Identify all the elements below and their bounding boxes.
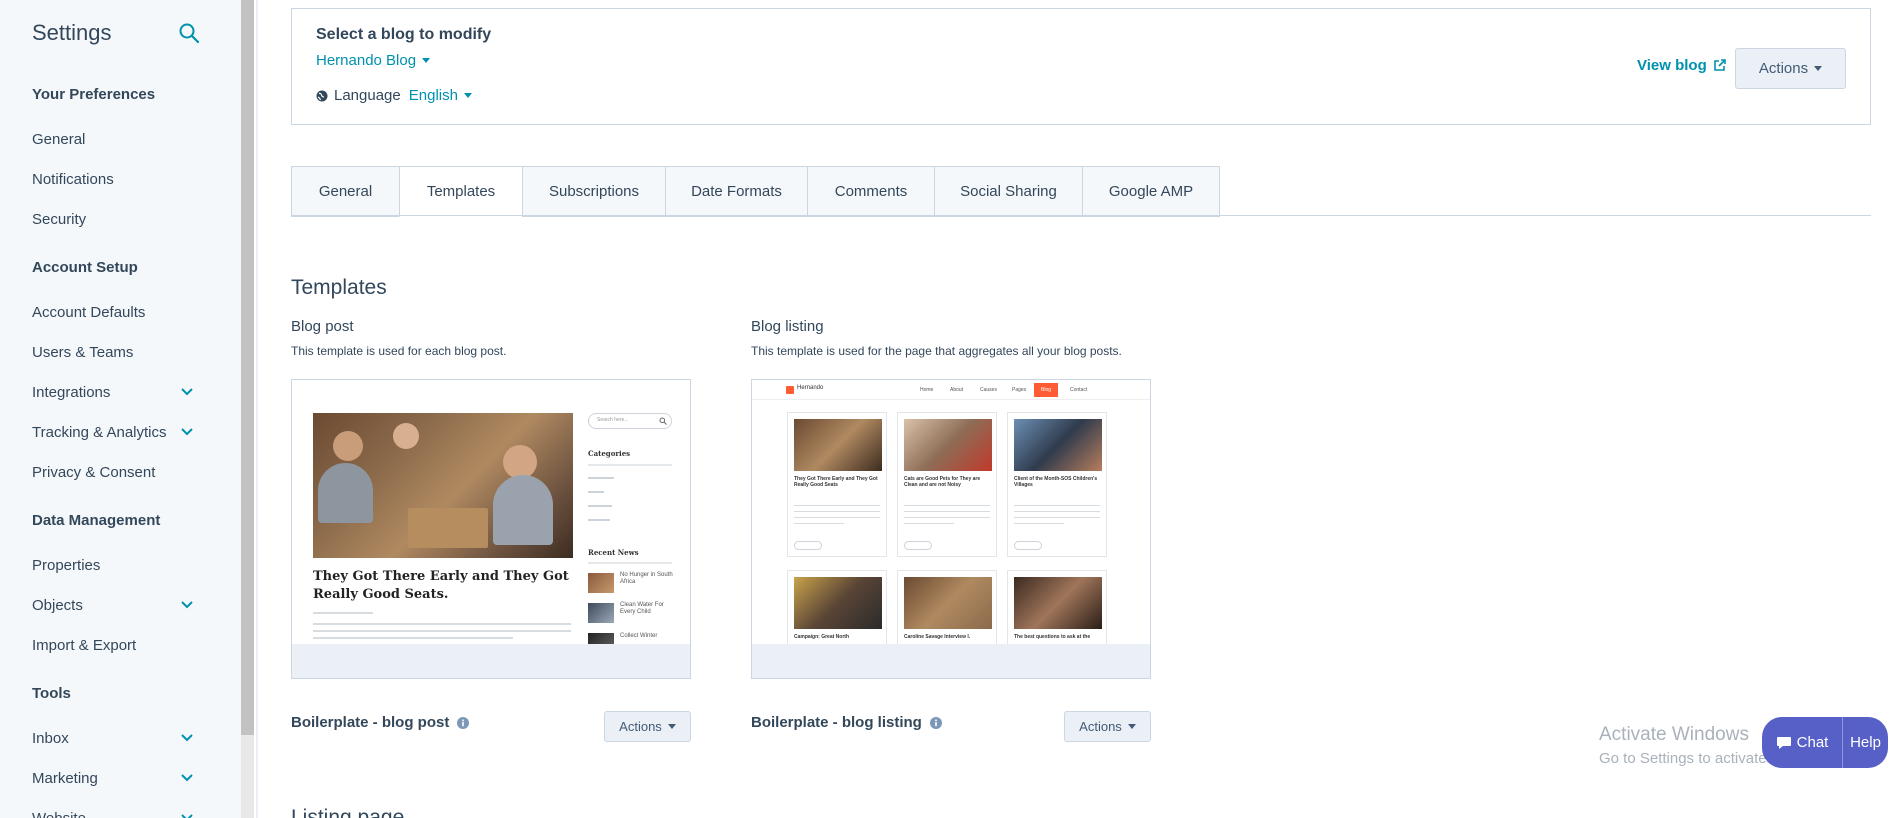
blog-post-title: Blog post bbox=[291, 318, 354, 335]
templates-section-title: Templates bbox=[291, 276, 387, 299]
search-icon[interactable] bbox=[178, 22, 200, 44]
blog-selector-card: Select a blog to modify Hernando Blog La… bbox=[291, 8, 1871, 125]
sidebar-item-website[interactable]: Website bbox=[32, 806, 204, 818]
listing-page-section-title: Listing page bbox=[291, 806, 405, 818]
caret-down-icon bbox=[1127, 724, 1136, 729]
tab-date-formats[interactable]: Date Formats bbox=[665, 166, 807, 217]
settings-sidebar: Settings Your Preferences General Notifi… bbox=[0, 0, 241, 818]
selected-language: English bbox=[408, 87, 458, 104]
windows-activation-watermark: Activate Windows bbox=[1599, 724, 1749, 745]
preview-categories-heading: Categories bbox=[588, 449, 631, 458]
section-your-preferences: Your Preferences bbox=[32, 86, 156, 103]
blog-post-preview-search: Search here... bbox=[588, 413, 672, 429]
blog-post-preview[interactable]: They Got There Early and They Got Really… bbox=[291, 379, 691, 679]
help-button[interactable]: Help bbox=[1842, 717, 1888, 768]
section-tools: Tools bbox=[32, 685, 71, 702]
chevron-down-icon bbox=[181, 388, 193, 396]
caret-down-icon bbox=[1814, 66, 1823, 71]
preview-news-item: Collect Winter bbox=[620, 633, 658, 639]
chevron-down-icon bbox=[181, 428, 193, 436]
tab-social-sharing[interactable]: Social Sharing bbox=[934, 166, 1082, 217]
preview-logo-text: Hernando bbox=[797, 385, 824, 391]
preview-news-item: No Hunger in South Africa bbox=[620, 572, 673, 585]
sidebar-item-properties[interactable]: Properties bbox=[32, 553, 204, 577]
caret-down-icon bbox=[463, 93, 472, 98]
caret-down-icon bbox=[422, 58, 431, 63]
preview-post-card: Client of the Month-SOS Children's Villa… bbox=[1007, 412, 1107, 557]
blog-post-description: This template is used for each blog post… bbox=[291, 344, 507, 358]
view-blog-link[interactable]: View blog bbox=[1637, 57, 1726, 74]
blog-listing-title: Blog listing bbox=[751, 318, 824, 335]
tab-general[interactable]: General bbox=[291, 166, 399, 217]
blog-listing-preview[interactable]: Hernando Home About Causes Pages Blog Co… bbox=[751, 379, 1151, 679]
logo-icon bbox=[786, 386, 794, 394]
sidebar-item-integrations[interactable]: Integrations bbox=[32, 380, 204, 404]
chevron-down-icon bbox=[181, 601, 193, 609]
info-icon[interactable] bbox=[457, 716, 470, 729]
preview-post-card: Cats are Good Pets for They are Clean an… bbox=[897, 412, 997, 557]
selected-blog: Hernando Blog bbox=[316, 52, 417, 69]
preview-news-item: Clean Water For Every Child bbox=[620, 602, 664, 615]
sidebar-item-tracking-analytics[interactable]: Tracking & Analytics bbox=[32, 420, 204, 444]
blog-post-template-name: Boilerplate - blog post bbox=[291, 714, 470, 731]
sidebar-item-notifications[interactable]: Notifications bbox=[32, 167, 204, 191]
info-icon[interactable] bbox=[929, 716, 942, 729]
settings-tabs: General Templates Subscriptions Date For… bbox=[291, 166, 1220, 217]
sidebar-scrollbar-thumb[interactable] bbox=[241, 0, 254, 735]
sidebar-item-objects[interactable]: Objects bbox=[32, 593, 204, 617]
chat-bubble-icon bbox=[1776, 736, 1791, 749]
sidebar-item-users-teams[interactable]: Users & Teams bbox=[32, 340, 204, 364]
search-icon bbox=[659, 417, 667, 425]
chat-button[interactable]: Chat bbox=[1762, 717, 1842, 768]
sidebar-item-general[interactable]: General bbox=[32, 127, 204, 151]
sidebar-item-privacy-consent[interactable]: Privacy & Consent bbox=[32, 460, 204, 484]
tab-subscriptions[interactable]: Subscriptions bbox=[522, 166, 665, 217]
blog-post-preview-headline: They Got There Early and They Got Really… bbox=[313, 569, 569, 602]
section-account-setup: Account Setup bbox=[32, 259, 138, 276]
sidebar-item-import-export[interactable]: Import & Export bbox=[32, 633, 204, 657]
language-label: Language bbox=[334, 87, 401, 104]
tab-templates[interactable]: Templates bbox=[399, 166, 522, 217]
blog-listing-template-name: Boilerplate - blog listing bbox=[751, 714, 942, 731]
blog-dropdown[interactable]: Hernando Blog bbox=[316, 52, 431, 69]
tab-comments[interactable]: Comments bbox=[807, 166, 934, 217]
chevron-down-icon bbox=[181, 814, 193, 818]
sidebar-title: Settings bbox=[32, 20, 112, 45]
globe-icon bbox=[316, 90, 328, 101]
tab-google-amp[interactable]: Google AMP bbox=[1082, 166, 1220, 217]
preview-recent-news-heading: Recent News bbox=[588, 548, 639, 557]
blog-actions-button[interactable]: Actions bbox=[1735, 48, 1846, 89]
preview-post-card: They Got There Early and They Got Really… bbox=[787, 412, 887, 557]
blog-listing-actions-button[interactable]: Actions bbox=[1064, 711, 1151, 742]
sidebar-item-inbox[interactable]: Inbox bbox=[32, 726, 204, 750]
blog-post-preview-photo bbox=[313, 413, 573, 558]
chevron-down-icon bbox=[181, 774, 193, 782]
blog-listing-description: This template is used for the page that … bbox=[751, 344, 1122, 358]
language-dropdown[interactable]: English bbox=[409, 87, 472, 104]
external-link-icon bbox=[1713, 59, 1726, 71]
caret-down-icon bbox=[667, 724, 676, 729]
chat-help-widget: Chat Help bbox=[1762, 717, 1888, 768]
sidebar-item-marketing[interactable]: Marketing bbox=[32, 766, 204, 790]
chevron-down-icon bbox=[181, 734, 193, 742]
section-data-management: Data Management bbox=[32, 512, 161, 529]
tabs-underline bbox=[291, 215, 1871, 216]
language-row: Language English bbox=[316, 87, 472, 104]
main-divider bbox=[256, 0, 258, 818]
sidebar-item-account-defaults[interactable]: Account Defaults bbox=[32, 300, 204, 324]
blog-post-actions-button[interactable]: Actions bbox=[604, 711, 691, 742]
blog-selector-heading: Select a blog to modify bbox=[316, 26, 492, 43]
sidebar-item-security[interactable]: Security bbox=[32, 207, 204, 231]
